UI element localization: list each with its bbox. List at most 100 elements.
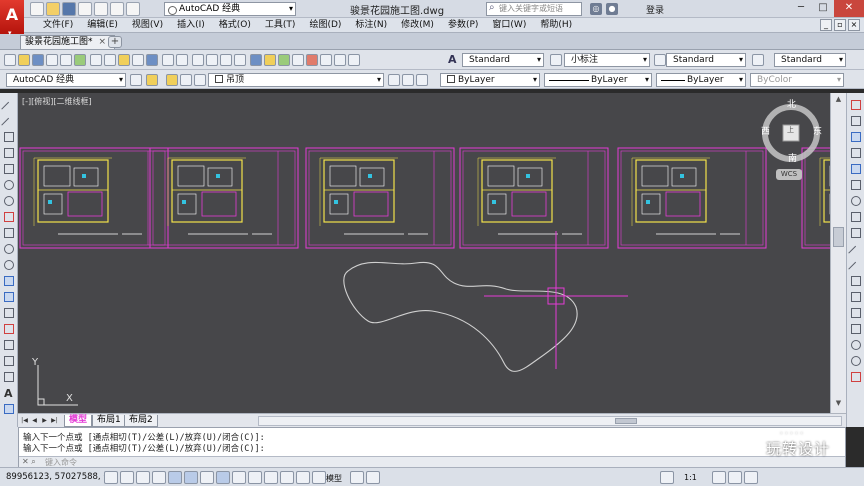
markup-icon[interactable]	[306, 54, 318, 66]
menu-modify[interactable]: 修改(M)	[394, 19, 441, 32]
polyline-icon[interactable]	[3, 131, 14, 142]
doc-close-button[interactable]: ×	[848, 19, 860, 31]
undo-icon[interactable]	[162, 54, 174, 66]
login-link[interactable]: 登录	[646, 3, 664, 16]
rectangle-icon[interactable]	[3, 163, 14, 174]
hatch-icon[interactable]	[3, 323, 14, 334]
menu-dimension[interactable]: 标注(N)	[348, 19, 394, 32]
extend-icon[interactable]	[850, 259, 861, 270]
polygon-icon[interactable]	[3, 147, 14, 158]
pan-icon[interactable]	[192, 54, 204, 66]
zoom-previous-icon[interactable]	[234, 54, 246, 66]
open-file-icon[interactable]	[46, 2, 60, 16]
command-line-handle[interactable]	[0, 427, 18, 467]
user-icon[interactable]: ●	[606, 3, 618, 15]
insert-block-icon[interactable]	[3, 275, 14, 286]
move-icon[interactable]	[850, 179, 861, 190]
model-space-button[interactable]: 模型	[326, 473, 342, 484]
menu-format[interactable]: 格式(O)	[212, 19, 258, 32]
blend-curves-icon[interactable]	[850, 355, 861, 366]
array-icon[interactable]	[850, 163, 861, 174]
viewcube-west[interactable]: 西	[761, 124, 770, 137]
workspace-settings-icon[interactable]	[130, 74, 142, 86]
transparency-icon[interactable]	[280, 471, 294, 484]
new-file-icon[interactable]	[30, 2, 44, 16]
circle-icon[interactable]	[3, 195, 14, 206]
plot-icon[interactable]	[46, 54, 58, 66]
mirror-icon[interactable]	[850, 131, 861, 142]
menu-view[interactable]: 视图(V)	[125, 19, 170, 32]
gradient-icon[interactable]	[3, 339, 14, 350]
polar-tracking-icon[interactable]	[168, 471, 182, 484]
add-selected-icon[interactable]	[3, 403, 14, 414]
menu-parametric[interactable]: 参数(P)	[441, 19, 485, 32]
join-icon[interactable]	[850, 307, 861, 318]
first-layout-icon[interactable]: |◀	[20, 415, 29, 426]
doc-restore-button[interactable]: ▫	[834, 19, 846, 31]
save-as-icon[interactable]	[78, 2, 92, 16]
linetype-select[interactable]: ByLayer ▾	[544, 73, 652, 87]
open-icon[interactable]	[18, 54, 30, 66]
quickcalc-icon[interactable]	[320, 54, 332, 66]
viewcube-north[interactable]: 北	[787, 97, 796, 110]
autocad-logo-icon[interactable]: A	[0, 0, 24, 48]
menu-edit[interactable]: 编辑(E)	[80, 19, 125, 32]
redo-icon[interactable]	[126, 2, 140, 16]
text-style-select[interactable]: Standard ▾	[462, 53, 544, 67]
trim-icon[interactable]	[850, 243, 861, 254]
scale-icon[interactable]	[850, 211, 861, 222]
help-icon[interactable]	[334, 54, 346, 66]
dynamic-input-icon[interactable]	[248, 471, 262, 484]
command-input[interactable]: ✕ ⌕ 键入命令	[19, 456, 845, 467]
object-snap-icon[interactable]	[184, 471, 198, 484]
scroll-up-icon[interactable]: ▲	[833, 95, 844, 105]
point-icon[interactable]	[3, 307, 14, 318]
tab-layout1[interactable]: 布局1	[92, 415, 126, 427]
multileader-style-select[interactable]: Standard ▾	[774, 53, 846, 67]
binoculars-icon[interactable]: ◎	[590, 3, 602, 15]
rotate-icon[interactable]	[850, 195, 861, 206]
block-editor-icon[interactable]	[146, 54, 158, 66]
layer-properties-icon[interactable]	[146, 74, 158, 86]
help-search-input[interactable]: 键入关键字或短语	[486, 2, 582, 16]
viewcube-top-face[interactable]: 上	[787, 125, 794, 135]
ellipse-icon[interactable]	[3, 243, 14, 254]
misc-tool-icon[interactable]	[348, 54, 360, 66]
new-tab-button[interactable]: +	[108, 36, 122, 48]
offset-icon[interactable]	[850, 147, 861, 158]
design-center-icon[interactable]	[264, 54, 276, 66]
save-icon[interactable]	[32, 54, 44, 66]
workspace-switching-icon[interactable]	[712, 471, 726, 484]
break-icon[interactable]	[850, 291, 861, 302]
paste-icon[interactable]	[118, 54, 130, 66]
make-block-icon[interactable]	[3, 291, 14, 302]
last-layout-icon[interactable]: ▶|	[50, 415, 59, 426]
scroll-down-icon[interactable]: ▼	[833, 399, 844, 409]
color-select[interactable]: ByLayer ▾	[440, 73, 540, 87]
fillet-icon[interactable]	[850, 339, 861, 350]
minimize-button[interactable]: ─	[790, 0, 812, 17]
spline-icon[interactable]	[3, 227, 14, 238]
horizontal-scroll-thumb[interactable]	[615, 418, 637, 424]
annotation-scale[interactable]: 1:1	[684, 473, 697, 482]
tab-layout2[interactable]: 布局2	[124, 415, 158, 427]
wcs-menu-button[interactable]: WCS	[776, 169, 802, 180]
new-icon[interactable]	[4, 54, 16, 66]
erase-icon[interactable]	[850, 99, 861, 110]
multiline-text-icon[interactable]: A	[4, 387, 13, 400]
3d-object-snap-icon[interactable]	[200, 471, 214, 484]
layer-select[interactable]: 吊顶 ▾	[208, 73, 384, 87]
copy-icon[interactable]	[104, 54, 116, 66]
revision-cloud-icon[interactable]	[3, 211, 14, 222]
viewcube-south[interactable]: 南	[788, 151, 797, 164]
print-icon[interactable]	[94, 2, 108, 16]
object-snap-tracking-icon[interactable]	[216, 471, 230, 484]
layer-previous-icon[interactable]	[402, 74, 414, 86]
save-icon[interactable]	[62, 2, 76, 16]
toolbar-lock-icon[interactable]	[728, 471, 742, 484]
drawing-area[interactable]: [-][俯视][二维线框] Y X 北 南 东 西 上 WCS	[18, 93, 830, 413]
menu-file[interactable]: 文件(F)	[36, 19, 80, 32]
grid-display-icon[interactable]	[136, 471, 150, 484]
zoom-window-icon[interactable]	[220, 54, 232, 66]
explode-icon[interactable]	[850, 371, 861, 382]
